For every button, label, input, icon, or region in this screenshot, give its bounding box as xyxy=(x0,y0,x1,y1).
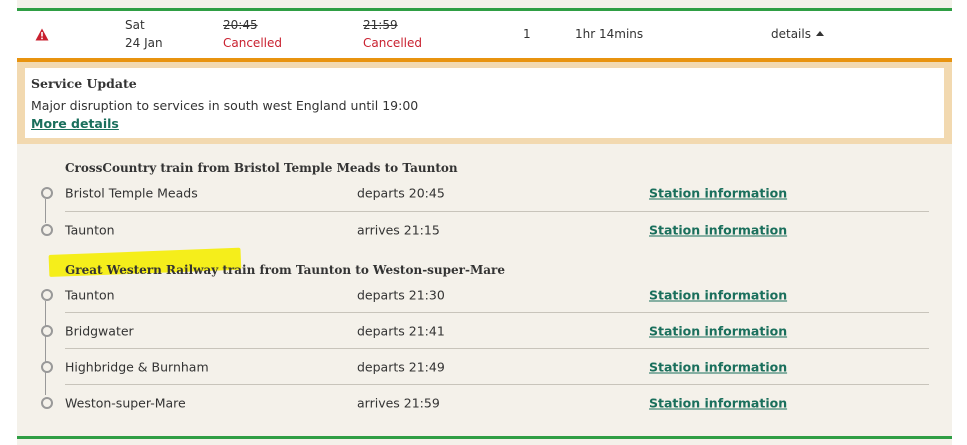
alert-title: Service Update xyxy=(31,76,137,91)
stop-name: Taunton xyxy=(65,287,115,303)
leg-title: CrossCountry train from Bristol Temple M… xyxy=(65,161,458,175)
stop-name: Highbridge & Burnham xyxy=(65,359,209,375)
stop-circle-icon xyxy=(41,187,53,199)
stop-circle-icon xyxy=(41,289,53,301)
service-update-alert: Service Update Major disruption to servi… xyxy=(17,62,952,144)
stop-circle-icon xyxy=(41,397,53,409)
stop-time: departs 20:45 xyxy=(357,185,445,201)
stop-time: departs 21:41 xyxy=(357,323,445,339)
stop-row: Weston-super-Mare arrives 21:59 Station … xyxy=(35,385,929,421)
station-information-link[interactable]: Station information xyxy=(649,396,787,411)
stop-name: Bridgwater xyxy=(65,323,134,339)
stop-time: arrives 21:15 xyxy=(357,222,440,238)
stop-time: departs 21:49 xyxy=(357,359,445,375)
stop-row: Highbridge & Burnham departs 21:49 Stati… xyxy=(35,349,929,385)
station-information-link[interactable]: Station information xyxy=(649,324,787,339)
alert-message: Major disruption to services in south we… xyxy=(31,98,419,113)
stop-row: Taunton arrives 21:15 Station informatio… xyxy=(35,212,929,248)
depart-status: Cancelled xyxy=(223,36,282,50)
stop-row: Bridgwater departs 21:41 Station informa… xyxy=(35,313,929,349)
arrive-status: Cancelled xyxy=(363,36,422,50)
stop-circle-icon xyxy=(41,224,53,236)
caret-up-icon xyxy=(815,31,824,36)
stop-name: Taunton xyxy=(65,222,115,238)
journey-duration: 1hr 14mins xyxy=(575,27,644,41)
bottom-divider xyxy=(17,436,952,439)
stop-name: Bristol Temple Meads xyxy=(65,185,198,201)
journey-day: Sat xyxy=(125,18,145,32)
stop-name: Weston-super-Mare xyxy=(65,395,186,411)
station-information-link[interactable]: Station information xyxy=(649,288,787,303)
arrive-time: 21:59 xyxy=(363,18,398,32)
stop-row: Bristol Temple Meads departs 20:45 Stati… xyxy=(35,175,929,211)
service-update-body: Service Update Major disruption to servi… xyxy=(25,68,944,138)
station-information-link[interactable]: Station information xyxy=(649,360,787,375)
station-information-link[interactable]: Station information xyxy=(649,223,787,238)
stop-row: Taunton departs 21:30 Station informatio… xyxy=(35,277,929,313)
details-label: details xyxy=(771,27,811,41)
warning-triangle-icon xyxy=(35,28,49,41)
journey-date: 24 Jan xyxy=(125,36,163,50)
depart-time: 20:45 xyxy=(223,18,258,32)
stop-time: departs 21:30 xyxy=(357,287,445,303)
station-information-link[interactable]: Station information xyxy=(649,186,787,201)
stop-time: arrives 21:59 xyxy=(357,395,440,411)
leg-title: Great Western Railway train from Taunton… xyxy=(65,263,505,277)
changes-count: 1 xyxy=(523,27,531,41)
more-details-link[interactable]: More details xyxy=(31,116,119,131)
details-toggle[interactable]: details xyxy=(771,27,824,41)
stop-circle-icon xyxy=(41,325,53,337)
stop-circle-icon xyxy=(41,361,53,373)
